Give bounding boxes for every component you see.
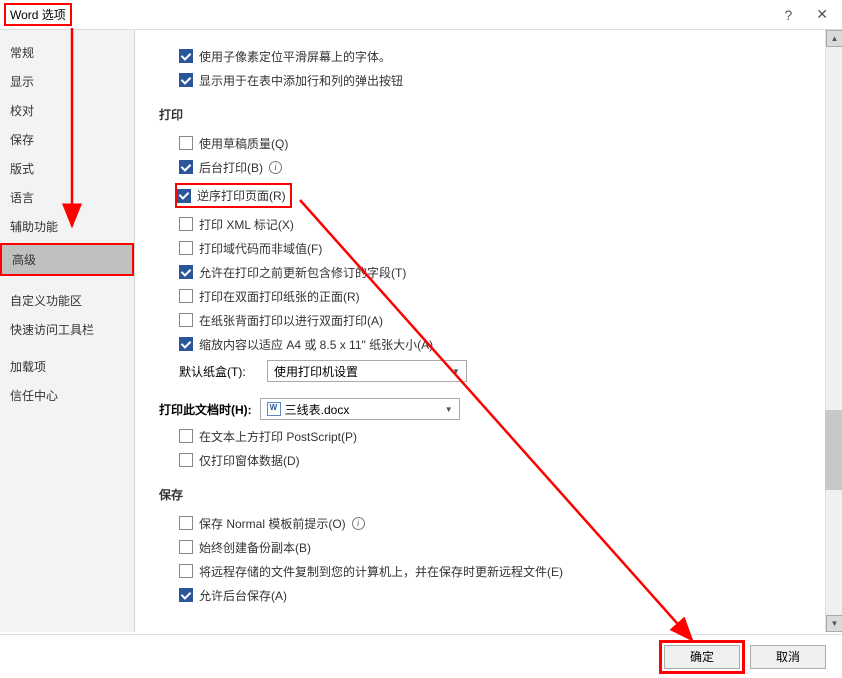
checkbox-draft[interactable] <box>179 136 193 150</box>
option-back-duplex[interactable]: 在纸张背面打印以进行双面打印(A) <box>179 310 818 330</box>
label-normal-prompt: 保存 Normal 模板前提示(O) <box>199 515 346 532</box>
option-forms-only[interactable]: 仅打印窗体数据(D) <box>179 450 818 470</box>
dropdown-tray-value: 使用打印机设置 <box>274 363 358 380</box>
info-icon[interactable]: i <box>352 517 365 530</box>
option-popup-btn[interactable]: 显示用于在表中添加行和列的弹出按钮 <box>179 70 818 90</box>
label-forms-only: 仅打印窗体数据(D) <box>199 452 300 469</box>
main-area: 常规 显示 校对 保存 版式 语言 辅助功能 高级 自定义功能区 快速访问工具栏… <box>0 30 842 632</box>
label-default-tray: 默认纸盒(T): <box>179 363 259 380</box>
content-panel: 使用子像素定位平滑屏幕上的字体。 显示用于在表中添加行和列的弹出按钮 打印 使用… <box>135 30 842 632</box>
option-update-fields[interactable]: 允许在打印之前更新包含修订的字段(T) <box>179 262 818 282</box>
checkbox-normal-prompt[interactable] <box>179 516 193 530</box>
sidebar-item-advanced[interactable]: 高级 <box>0 243 134 276</box>
checkbox-postscript[interactable] <box>179 429 193 443</box>
label-scale-a4: 缩放内容以适应 A4 或 8.5 x 11" 纸张大小(A) <box>199 336 433 353</box>
label-field-codes: 打印域代码而非域值(F) <box>199 240 322 257</box>
info-icon[interactable]: i <box>269 161 282 174</box>
checkbox-popup-btn[interactable] <box>179 73 193 87</box>
option-normal-prompt[interactable]: 保存 Normal 模板前提示(O) i <box>179 513 818 533</box>
label-remote-copy: 将远程存储的文件复制到您的计算机上，并在保存时更新远程文件(E) <box>199 563 563 580</box>
label-update-fields: 允许在打印之前更新包含修订的字段(T) <box>199 264 406 281</box>
label-print-this-doc: 打印此文档时(H): <box>159 401 252 418</box>
checkbox-backup[interactable] <box>179 540 193 554</box>
label-front-duplex: 打印在双面打印纸张的正面(R) <box>199 288 360 305</box>
label-reverse-print: 逆序打印页面(R) <box>197 187 286 204</box>
dropdown-print-doc[interactable]: 三线表.docx ▼ <box>260 398 460 420</box>
label-xml: 打印 XML 标记(X) <box>199 216 294 233</box>
label-subpixel: 使用子像素定位平滑屏幕上的字体。 <box>199 48 391 65</box>
checkbox-background-print[interactable] <box>179 160 193 174</box>
print-this-doc-row: 打印此文档时(H): 三线表.docx ▼ <box>159 398 818 420</box>
word-doc-icon <box>267 402 281 416</box>
scroll-up-icon[interactable]: ▲ <box>826 30 842 47</box>
label-popup-btn: 显示用于在表中添加行和列的弹出按钮 <box>199 72 403 89</box>
dialog-footer: 确定 取消 <box>0 634 842 678</box>
option-scale-a4[interactable]: 缩放内容以适应 A4 或 8.5 x 11" 纸张大小(A) <box>179 334 818 354</box>
sidebar-item-general[interactable]: 常规 <box>0 38 134 67</box>
checkbox-back-duplex[interactable] <box>179 313 193 327</box>
sidebar-item-layout[interactable]: 版式 <box>0 154 134 183</box>
close-icon[interactable]: ✕ <box>816 6 828 23</box>
label-postscript: 在文本上方打印 PostScript(P) <box>199 428 357 445</box>
sidebar-item-proofing[interactable]: 校对 <box>0 96 134 125</box>
label-background-print: 后台打印(B) <box>199 159 263 176</box>
checkbox-background-save[interactable] <box>179 588 193 602</box>
ok-button[interactable]: 确定 <box>664 645 740 669</box>
label-background-save: 允许后台保存(A) <box>199 587 287 604</box>
option-subpixel[interactable]: 使用子像素定位平滑屏幕上的字体。 <box>179 46 818 66</box>
option-reverse-print-highlight: 逆序打印页面(R) <box>175 183 292 208</box>
sidebar-item-accessibility[interactable]: 辅助功能 <box>0 212 134 241</box>
checkbox-forms-only[interactable] <box>179 453 193 467</box>
option-print-xml[interactable]: 打印 XML 标记(X) <box>179 214 818 234</box>
titlebar-controls: ? ✕ <box>784 6 838 23</box>
option-remote-copy[interactable]: 将远程存储的文件复制到您的计算机上，并在保存时更新远程文件(E) <box>179 561 818 581</box>
sidebar-item-language[interactable]: 语言 <box>0 183 134 212</box>
scrollbar[interactable]: ▲ ▼ <box>825 30 842 632</box>
sidebar-item-addins[interactable]: 加载项 <box>0 352 134 381</box>
checkbox-remote-copy[interactable] <box>179 564 193 578</box>
checkbox-update-fields[interactable] <box>179 265 193 279</box>
help-icon[interactable]: ? <box>784 7 792 23</box>
scroll-thumb[interactable] <box>825 410 842 490</box>
titlebar: Word 选项 ? ✕ <box>0 0 842 30</box>
chevron-down-icon: ▼ <box>448 367 464 376</box>
option-front-duplex[interactable]: 打印在双面打印纸张的正面(R) <box>179 286 818 306</box>
sidebar-nav: 常规 显示 校对 保存 版式 语言 辅助功能 高级 自定义功能区 快速访问工具栏… <box>0 30 135 632</box>
scroll-down-icon[interactable]: ▼ <box>826 615 842 632</box>
section-header-save: 保存 <box>159 486 818 503</box>
option-backup[interactable]: 始终创建备份副本(B) <box>179 537 818 557</box>
label-back-duplex: 在纸张背面打印以进行双面打印(A) <box>199 312 383 329</box>
option-background-save[interactable]: 允许后台保存(A) <box>179 585 818 605</box>
checkbox-scale-a4[interactable] <box>179 337 193 351</box>
checkbox-front-duplex[interactable] <box>179 289 193 303</box>
label-backup: 始终创建备份副本(B) <box>199 539 311 556</box>
dropdown-doc-value: 三线表.docx <box>285 401 350 418</box>
checkbox-subpixel[interactable] <box>179 49 193 63</box>
sidebar-item-quick-access[interactable]: 快速访问工具栏 <box>0 315 134 344</box>
default-tray-row: 默认纸盒(T): 使用打印机设置 ▼ <box>179 360 818 382</box>
option-postscript[interactable]: 在文本上方打印 PostScript(P) <box>179 426 818 446</box>
checkbox-field-codes[interactable] <box>179 241 193 255</box>
sidebar-item-customize-ribbon[interactable]: 自定义功能区 <box>0 286 134 315</box>
cancel-button[interactable]: 取消 <box>750 645 826 669</box>
dropdown-default-tray[interactable]: 使用打印机设置 ▼ <box>267 360 467 382</box>
checkbox-reverse-print[interactable] <box>177 189 191 203</box>
chevron-down-icon: ▼ <box>441 405 457 414</box>
checkbox-xml[interactable] <box>179 217 193 231</box>
option-draft-quality[interactable]: 使用草稿质量(Q) <box>179 133 818 153</box>
option-field-codes[interactable]: 打印域代码而非域值(F) <box>179 238 818 258</box>
sidebar-item-display[interactable]: 显示 <box>0 67 134 96</box>
window-title: Word 选项 <box>4 3 72 26</box>
sidebar-item-trust-center[interactable]: 信任中心 <box>0 381 134 410</box>
label-draft: 使用草稿质量(Q) <box>199 135 288 152</box>
section-header-print: 打印 <box>159 106 818 123</box>
sidebar-item-save[interactable]: 保存 <box>0 125 134 154</box>
option-background-print[interactable]: 后台打印(B) i <box>179 157 818 177</box>
